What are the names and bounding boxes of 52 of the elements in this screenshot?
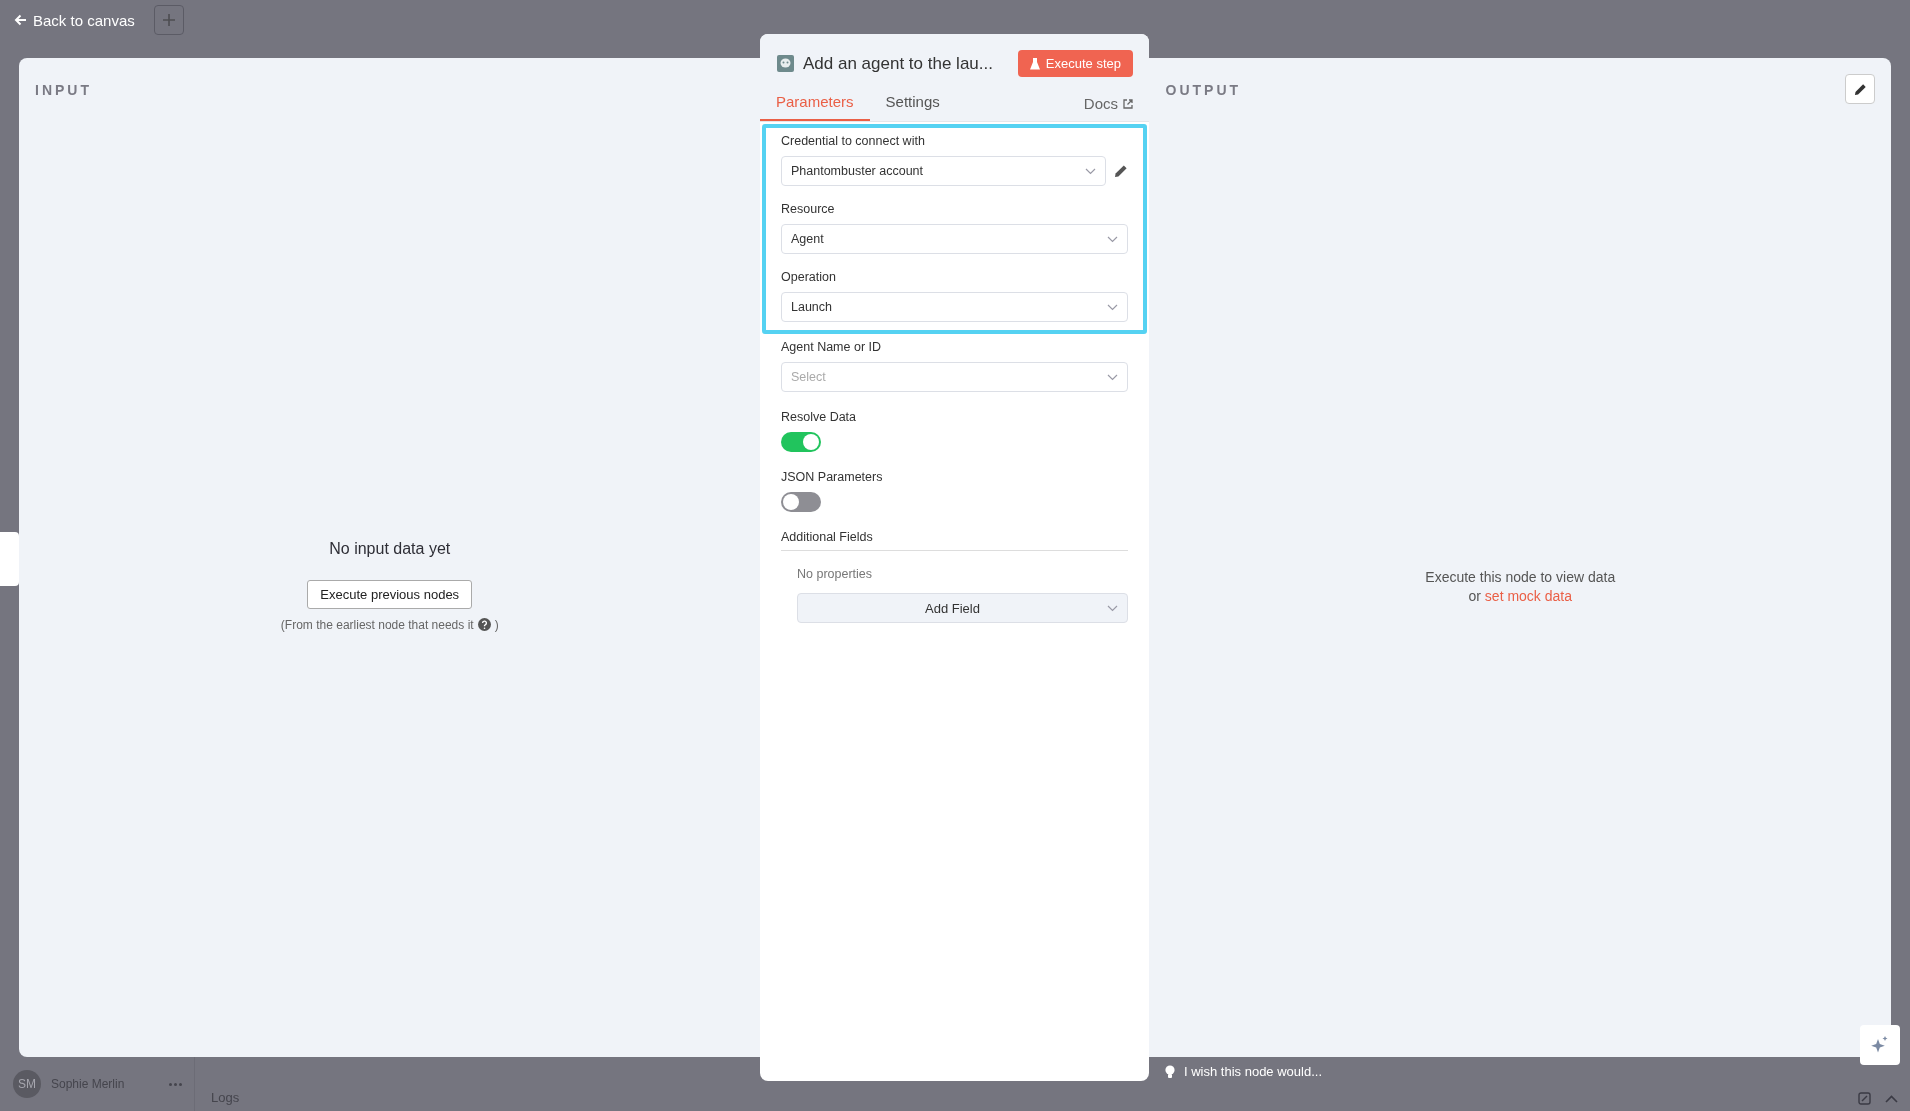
field-label: JSON Parameters xyxy=(781,470,884,484)
output-message: or xyxy=(1468,587,1481,604)
dropdown-field[interactable]: Launch xyxy=(781,292,1128,322)
dropdown-field[interactable]: Agent xyxy=(781,224,1128,254)
section-title: Additional Fields xyxy=(781,530,1128,551)
plus-icon xyxy=(162,14,175,26)
docs-link[interactable]: Docs xyxy=(1083,95,1133,121)
hint-text: ) xyxy=(494,617,499,632)
arrow-left-icon xyxy=(14,14,27,26)
field-label: Operation xyxy=(781,270,837,284)
chevron-down-icon xyxy=(1107,303,1118,311)
chevron-down-icon xyxy=(1107,235,1118,243)
chevron-down-icon xyxy=(1107,604,1118,612)
robot-icon xyxy=(777,55,794,72)
feedback-text[interactable]: I wish this node would... xyxy=(1184,1064,1323,1079)
field-label: Resource xyxy=(781,202,836,216)
chevron-down-icon xyxy=(1085,167,1096,175)
panel-title: OUTPUT xyxy=(1165,82,1242,98)
execute-previous-button[interactable]: Execute previous nodes xyxy=(307,579,473,609)
pencil-icon xyxy=(1853,82,1867,96)
toggle-switch[interactable] xyxy=(781,432,821,452)
lightbulb-icon xyxy=(1165,1064,1175,1079)
hint-text: (From the earliest node that needs it xyxy=(280,617,474,632)
field-label: Agent Name or ID xyxy=(781,340,883,354)
panel-title: INPUT xyxy=(35,82,93,98)
tab[interactable]: Parameters xyxy=(760,85,870,121)
more-icon[interactable] xyxy=(169,1082,182,1086)
dropdown-field[interactable]: Select xyxy=(781,362,1128,392)
ai-assistant-button[interactable] xyxy=(1860,1025,1900,1065)
field-label: Resolve Data xyxy=(781,410,858,424)
external-link-icon xyxy=(1123,98,1133,109)
popout-icon[interactable] xyxy=(1858,1092,1871,1105)
add-button[interactable] xyxy=(153,5,184,35)
empty-title: No input data yet xyxy=(329,539,451,558)
flask-icon xyxy=(1029,57,1040,70)
chevron-up-icon[interactable] xyxy=(1885,1094,1898,1103)
help-icon[interactable] xyxy=(477,618,491,631)
back-link[interactable]: Back to canvas xyxy=(14,11,135,29)
node-title: Add an agent to the lau... xyxy=(803,53,994,74)
chevron-down-icon xyxy=(1107,373,1118,381)
toggle-switch[interactable] xyxy=(781,492,821,512)
mock-data-link[interactable]: set mock data xyxy=(1484,587,1572,604)
pencil-icon[interactable] xyxy=(1114,164,1128,178)
add-field-button[interactable]: Add Field xyxy=(797,593,1128,623)
tab[interactable]: Settings xyxy=(869,85,956,121)
execute-step-button[interactable]: Execute step xyxy=(1017,50,1133,77)
output-message: Execute this node to view data xyxy=(1425,567,1616,587)
user-avatar[interactable]: SM xyxy=(13,1070,41,1098)
empty-text: No properties xyxy=(796,566,874,583)
credential-select[interactable]: Phantombuster account xyxy=(781,156,1106,186)
edit-button[interactable] xyxy=(1845,74,1875,104)
field-label: Credential to connect with xyxy=(781,134,926,148)
